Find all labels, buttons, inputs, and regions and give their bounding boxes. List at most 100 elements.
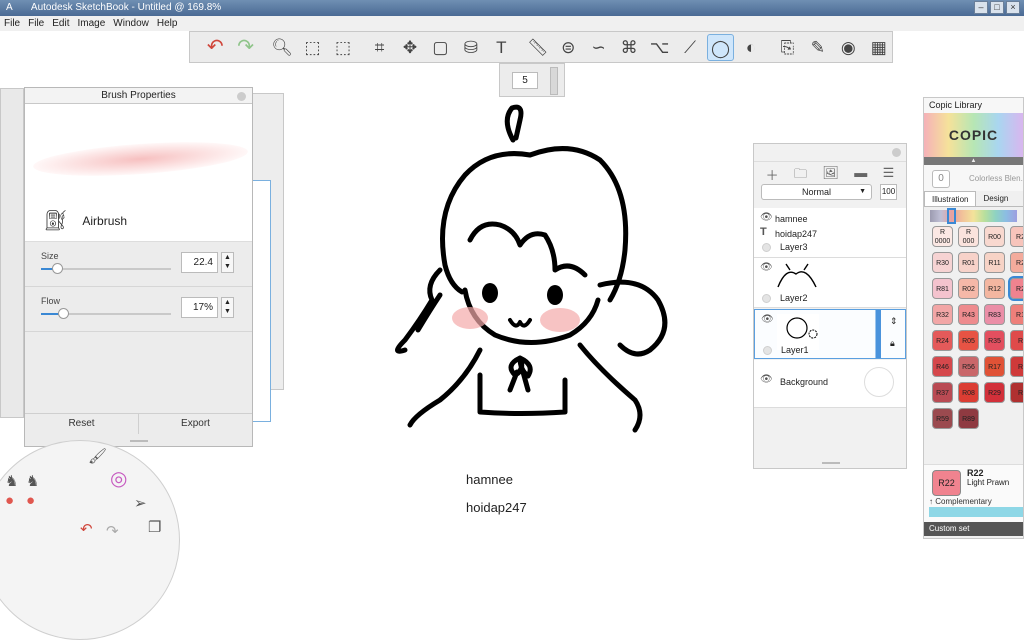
menu-window[interactable]: Window [109,16,153,31]
brush-icon-2[interactable]: ♞ [26,472,39,490]
shape-icon[interactable]: ◐ [738,34,764,61]
copic-swatch[interactable]: R83 [984,304,1005,325]
copic-swatch[interactable]: R [1010,330,1023,351]
layer-row-layer3[interactable]: 👁︎ hamnee T hoidap247 Layer3 [754,208,906,258]
copic-swatch[interactable]: R56 [958,356,979,377]
ellipse-guide-icon[interactable]: ⊜ [555,34,581,61]
reset-button[interactable]: Reset [25,414,139,434]
layer-select-radio[interactable] [762,294,771,303]
copic-swatch[interactable]: R00 [984,226,1005,247]
layer-panel-close-icon[interactable] [892,148,901,157]
flow-slider-knob[interactable] [58,308,70,319]
color-puck-icon[interactable]: ● [5,492,14,509]
copic-swatch[interactable]: R37 [932,382,953,403]
undo-lagoon-icon[interactable]: ↶ [80,520,93,538]
fill-icon[interactable]: ⛁ [458,34,484,61]
eye-icon[interactable]: 👁︎ [760,262,773,273]
crop-icon[interactable]: ⌗ [366,34,392,61]
copic-swatch[interactable]: R1 [1010,304,1023,325]
current-swatch[interactable]: R22 [932,470,961,496]
transform-icon[interactable]: ✥ [397,34,423,61]
custom-set-label[interactable]: Custom set [924,522,1023,536]
menu-file-2[interactable]: File [24,16,48,31]
copic-swatch[interactable]: R81 [932,278,953,299]
brush-size-slider[interactable] [550,67,558,95]
hue-strip[interactable] [930,208,1017,224]
copic-swatch[interactable]: R29 [984,382,1005,403]
layer-row-background[interactable]: 👁︎ Background [754,360,906,408]
redo-lagoon-icon[interactable]: ↷ [106,522,119,540]
menu-file[interactable]: File [0,16,24,31]
copic-swatch[interactable]: R32 [932,304,953,325]
panel-close-icon[interactable] [237,92,246,101]
size-slider[interactable] [41,263,171,274]
menu-image[interactable]: Image [73,16,109,31]
complementary-bar[interactable] [929,507,1023,517]
brush-size-value[interactable]: 5 [512,72,538,89]
color-wheel-icon[interactable]: ◉ [835,34,861,61]
copic-swatch[interactable]: R17 [984,356,1005,377]
french-curve-icon[interactable]: ∽ [585,34,611,61]
layer-opacity[interactable]: 100 [880,184,897,200]
copic-swatch[interactable]: R46 [932,356,953,377]
colorless-blender-row[interactable]: 0 Colorless Blen... [924,165,1023,191]
tab-illustration[interactable]: Illustration [924,191,977,206]
copic-swatch[interactable]: R01 [958,252,979,273]
symmetry-icon[interactable]: ⌥ [646,34,672,61]
panel-resize-grip[interactable] [822,462,840,464]
background-color-swatch[interactable] [864,367,894,397]
crop-selection-icon[interactable]: ⬚ [330,34,356,61]
copic-swatch[interactable]: R24 [932,330,953,351]
copic-swatch[interactable]: R11 [984,252,1005,273]
layer-opacity-bar[interactable] [876,310,881,358]
canvas-drawing[interactable] [370,100,670,445]
layer-row-layer1[interactable]: 👁︎ Layer1 ⇕ 🔒︎ [754,309,906,359]
text-icon[interactable]: T [488,34,514,61]
collapse-icon[interactable]: ▲ [924,157,1023,165]
copic-swatch[interactable]: R [1010,382,1023,403]
distort-icon[interactable]: ▢ [427,34,453,61]
layer-lagoon-icon[interactable]: ❐ [148,518,161,536]
hue-marker[interactable] [947,208,956,224]
copic-swatch[interactable]: R89 [958,408,979,429]
select-arrow-icon[interactable]: ➢ [134,494,147,512]
brush-tool-icon[interactable]: 🖌︎ [88,447,107,465]
canvas-text-hamnee[interactable]: hamnee [466,472,513,487]
copy-paste-icon[interactable]: ⎘ [774,34,800,61]
menu-edit[interactable]: Edit [48,16,73,31]
copic-swatch[interactable]: R30 [932,252,953,273]
perspective-icon[interactable]: ⌘ [616,34,642,61]
canvas-text-hoidap247[interactable]: hoidap247 [466,500,527,515]
ruler-icon[interactable]: 📏︎ [525,34,551,61]
swatches-icon[interactable]: ▦ [866,34,892,61]
size-stepper[interactable]: ▲ ▼ [221,252,234,273]
copic-swatch[interactable]: R 0000 [932,226,953,247]
copic-swatch[interactable]: R 000 [958,226,979,247]
panel-resize-grip[interactable] [130,440,148,442]
brush-name-row[interactable]: ⛽︎ Airbrush [25,200,252,242]
flow-stepper[interactable]: ▲ ▼ [221,297,234,318]
undo-icon[interactable]: ↶ [202,34,228,61]
layer-row-layer2[interactable]: 👁︎ Layer2 [754,258,906,308]
color-puck-icon-2[interactable]: ● [26,492,35,509]
copic-swatch[interactable]: R02 [958,278,979,299]
copic-swatch[interactable]: R08 [958,382,979,403]
eye-icon[interactable]: 👁︎ [760,374,773,385]
ellipse-icon[interactable]: ◯ [707,33,734,61]
select-icon[interactable]: ⬚ [299,34,325,61]
blend-mode-dropdown[interactable]: Normal ▼ [761,184,872,200]
copic-swatch[interactable]: R2 [1010,252,1023,273]
eye-icon[interactable]: 👁︎ [760,212,773,223]
minimize-button[interactable]: – [974,1,988,14]
line-icon[interactable]: ⟋ [677,34,703,61]
tab-design[interactable]: Design [976,191,1015,206]
copic-swatch[interactable]: R2 [1010,226,1023,247]
zoom-icon[interactable]: 🔍︎ [269,34,295,61]
lock-icon[interactable]: 🔒︎ [890,338,895,349]
colorless-swatch[interactable]: 0 [932,170,950,188]
copic-swatch[interactable]: R2 [1008,276,1023,301]
flow-value[interactable]: 17% [181,297,218,318]
copic-swatch[interactable]: R05 [958,330,979,351]
eye-icon[interactable]: 👁︎ [761,314,774,325]
export-button[interactable]: Export [139,414,252,434]
